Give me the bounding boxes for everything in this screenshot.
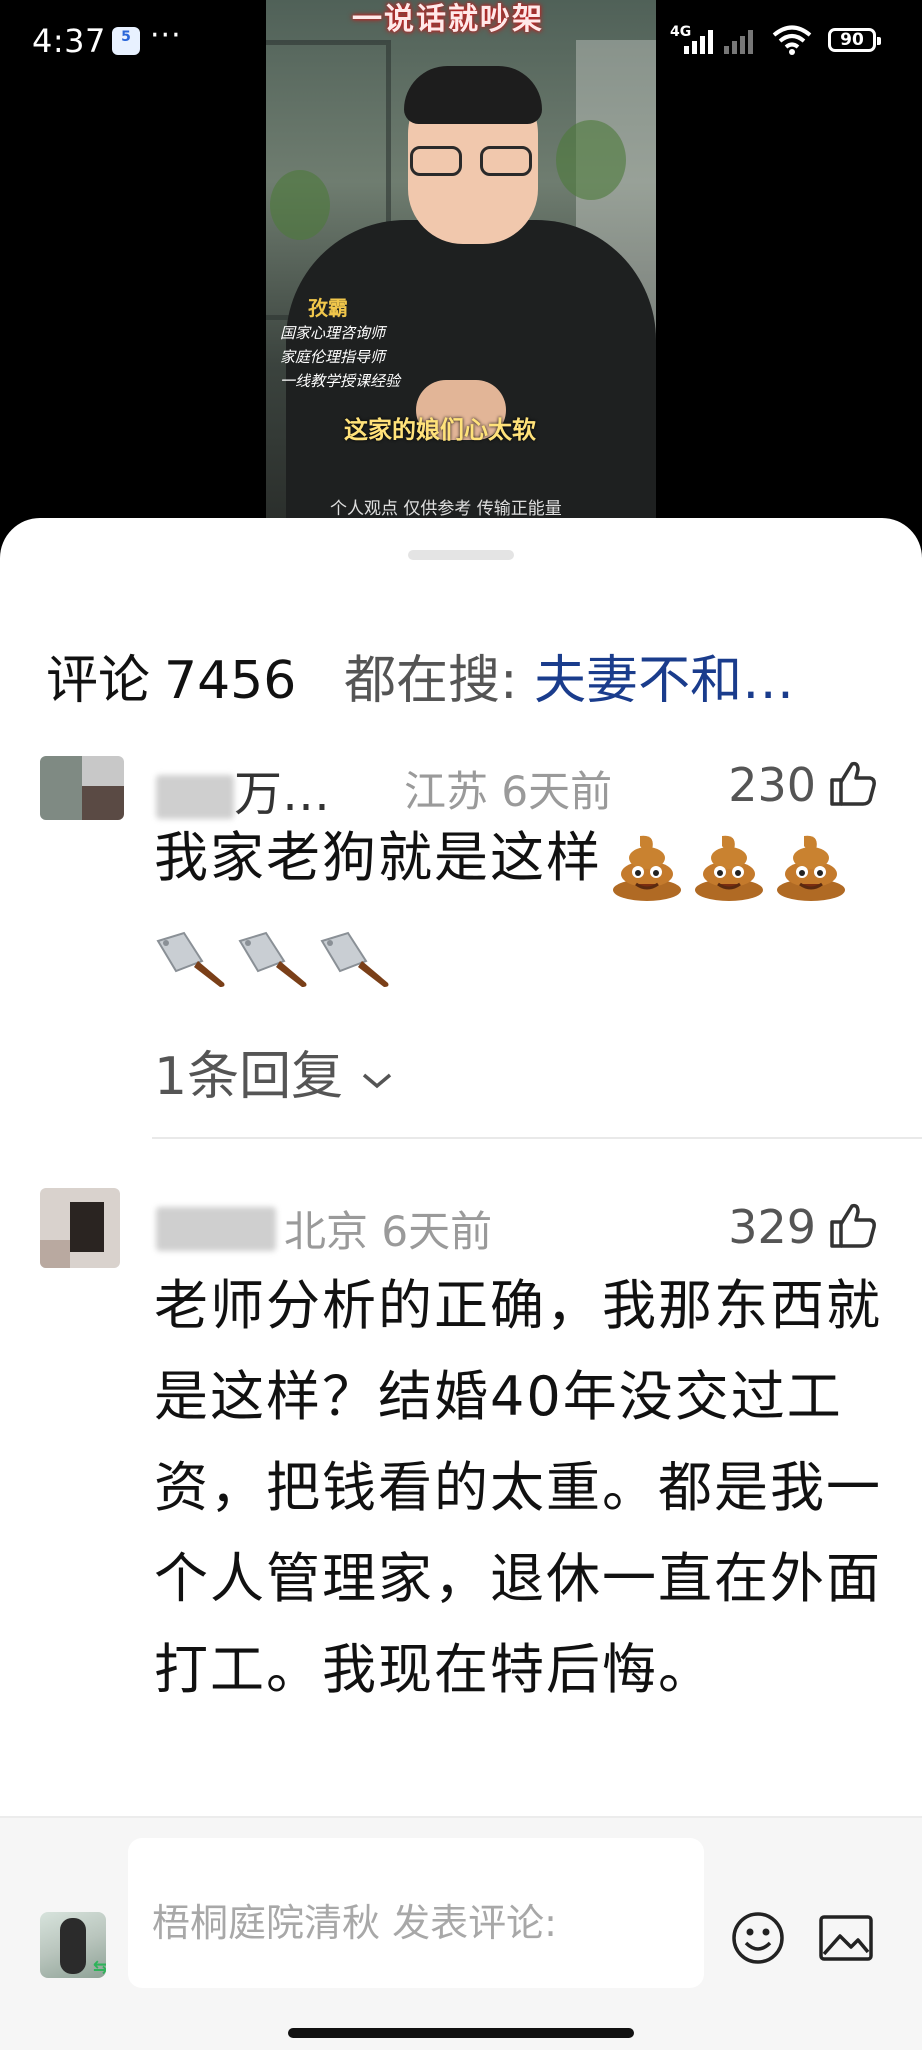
emoji-row [154, 911, 400, 1002]
comment-text: 我家老狗就是这样 [154, 812, 884, 1002]
pile-of-poo-emoji-icon [695, 835, 763, 902]
speaker-credential: 家庭伦理指导师 [280, 348, 386, 366]
trending-search[interactable]: 都在搜: 夫妻不和… [344, 638, 794, 713]
pile-of-poo-emoji-icon [613, 835, 681, 902]
signal-icon [684, 30, 713, 54]
comment-meta: 江苏 6天前 [404, 758, 612, 819]
comment-location: 江苏 [404, 767, 489, 816]
comment-avatar[interactable] [40, 756, 124, 820]
comment-divider [152, 1137, 922, 1139]
speaker-credential: 国家心理咨询师 [280, 324, 386, 342]
smiley-icon[interactable] [730, 1910, 786, 1966]
comment-input-placeholder: 梧桐庭院清秋 发表评论: [152, 1901, 557, 1945]
home-indicator[interactable] [288, 2028, 634, 2038]
cleaver-knife-emoji-icon [320, 931, 389, 988]
comment-avatar[interactable] [40, 1188, 120, 1268]
app-notification-icon: 5 [112, 27, 140, 55]
expand-replies-button[interactable]: 1条回复 [154, 1034, 394, 1109]
chevron-down-icon [362, 1073, 391, 1089]
cleaver-knife-emoji-icon [156, 931, 225, 988]
video-subtitle: 这家的娘们心太软 [344, 416, 536, 444]
comment-input-bar: ⇆ 梧桐庭院清秋 发表评论: [0, 1816, 922, 2050]
sheet-drag-handle[interactable] [408, 550, 514, 560]
switch-account-icon[interactable]: ⇆ [93, 1957, 106, 1978]
comment-time: 6天前 [501, 767, 613, 816]
plant-decoration [556, 120, 626, 200]
thumbs-up-icon[interactable] [828, 1202, 878, 1250]
cleaver-knife-emoji-icon [238, 931, 307, 988]
video-disclaimer: 个人观点 仅供参考 传输正能量 [330, 499, 562, 519]
comment-text: 老师分析的正确，我那东西就是这样？结婚40年没交过工资，把钱看的太重。都是我一个… [154, 1274, 882, 1701]
comments-title: 评论 7456 [46, 638, 296, 713]
comment-input[interactable]: 梧桐庭院清秋 发表评论: [128, 1838, 704, 1988]
wifi-icon [772, 25, 812, 55]
comment-location: 北京 [284, 1207, 369, 1256]
pile-of-poo-emoji-icon [777, 835, 845, 902]
status-time: 4:37 [32, 22, 106, 60]
status-bar: 4:37 5 ··· 4G 90 [0, 0, 922, 86]
trending-search-prefix: 都在搜: [344, 651, 518, 711]
comment-like-count: 329 [728, 1200, 816, 1254]
comment-time: 6天前 [381, 1207, 493, 1256]
thumbs-up-icon[interactable] [828, 760, 878, 808]
current-user-avatar[interactable]: ⇆ [40, 1912, 106, 1978]
speaker-glasses [410, 146, 536, 178]
more-notifications-icon: ··· [150, 18, 182, 53]
speaker-name: 孜霸 [308, 296, 348, 320]
comment-like-count: 230 [728, 758, 816, 812]
emoji-row [602, 816, 848, 907]
plant-decoration [270, 170, 330, 240]
comments-label: 评论 [46, 651, 151, 711]
battery-icon: 90 [828, 28, 881, 52]
comment-meta: 北京 6天前 [284, 1198, 492, 1259]
trending-search-term[interactable]: 夫妻不和… [534, 651, 794, 711]
image-icon[interactable] [818, 1914, 874, 1962]
signal-2-icon [724, 30, 753, 54]
speaker-credential: 一线教学授课经验 [280, 372, 401, 390]
comment-username[interactable] [156, 1198, 276, 1254]
comments-count: 7456 [164, 651, 297, 711]
